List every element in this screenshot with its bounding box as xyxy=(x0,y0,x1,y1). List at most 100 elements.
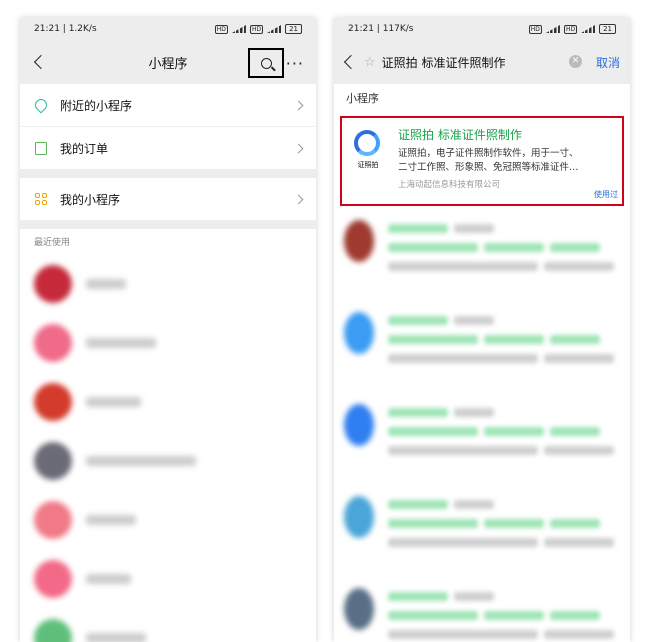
blurred-name xyxy=(86,396,141,407)
location-icon xyxy=(32,96,50,114)
search-button[interactable] xyxy=(248,48,284,78)
recent-item[interactable] xyxy=(20,490,316,549)
blurred-text xyxy=(454,500,494,509)
blurred-name xyxy=(86,455,196,466)
blurred-text xyxy=(550,611,600,620)
title-bar: 小程序 ··· xyxy=(20,40,316,84)
blurred-text xyxy=(388,243,478,252)
blurred-text xyxy=(484,519,544,528)
signal-icon xyxy=(581,25,596,33)
search-input[interactable]: 证照拍 标准证件照制作 xyxy=(382,54,506,71)
result-item[interactable] xyxy=(344,582,614,642)
status-bar: 21:21 | 1.2K/s HD HD 21 xyxy=(20,18,316,40)
avatar xyxy=(344,220,374,262)
avatar xyxy=(34,500,72,539)
avatar xyxy=(34,618,72,642)
avatar xyxy=(344,496,374,538)
recent-item[interactable] xyxy=(20,549,316,608)
recent-item[interactable] xyxy=(20,431,316,490)
star-icon[interactable]: ☆ xyxy=(364,55,376,70)
result-desc-line: 二寸工作照、形象照、免冠照等标准证件… xyxy=(398,162,579,173)
status-time: 21:21 | 117K/s xyxy=(348,24,414,34)
recent-list xyxy=(20,254,316,642)
blurred-text xyxy=(484,335,544,344)
blurred-text xyxy=(388,427,478,436)
search-icon xyxy=(260,57,272,69)
avatar xyxy=(34,559,72,598)
menu-item-orders[interactable]: 我的订单 xyxy=(20,127,316,170)
blurred-text xyxy=(388,408,448,417)
menu-section: 附近的小程序 我的订单 xyxy=(20,84,316,170)
signal-icon xyxy=(267,25,282,33)
menu-item-nearby[interactable]: 附近的小程序 xyxy=(20,84,316,127)
blurred-text xyxy=(550,243,600,252)
recent-item[interactable] xyxy=(20,372,316,431)
avatar xyxy=(344,312,374,354)
result-item[interactable] xyxy=(344,214,614,294)
status-bar: 21:21 | 117K/s HD HD 21 xyxy=(334,18,630,40)
back-arrow-icon[interactable] xyxy=(343,54,359,70)
blurred-text xyxy=(388,224,448,233)
blurred-text xyxy=(388,500,448,509)
blurred-text xyxy=(388,592,448,601)
results-list: 证照拍 证照拍 标准证件照制作 证照拍，电子证件照制作软件，用于一寸、 二寸工作… xyxy=(334,116,630,642)
recent-item[interactable] xyxy=(20,313,316,372)
hd-icon: HD xyxy=(563,24,578,34)
blurred-text xyxy=(544,630,614,639)
avatar xyxy=(344,588,374,630)
hd-icon: HD xyxy=(249,24,264,34)
chevron-right-icon xyxy=(293,194,304,204)
result-item-zhengzhaopai[interactable]: 证照拍 证照拍 标准证件照制作 证照拍，电子证件照制作软件，用于一寸、 二寸工作… xyxy=(342,118,622,204)
logo-ring-icon xyxy=(354,130,380,156)
menu-item-label: 我的订单 xyxy=(60,141,109,156)
mini-program-list-screen: 21:21 | 1.2K/s HD HD 21 小程序 ··· 附近的小程序 我… xyxy=(20,18,316,642)
blurred-name xyxy=(86,337,156,348)
logo-label: 证照拍 xyxy=(357,161,379,169)
avatar xyxy=(34,323,72,362)
chevron-right-icon xyxy=(293,143,304,153)
hd-icon: HD xyxy=(528,24,542,34)
search-bar: ☆ 证照拍 标准证件照制作 ✕ 取消 xyxy=(334,40,630,84)
blurred-name xyxy=(86,514,136,525)
blurred-text xyxy=(550,335,600,344)
clear-icon[interactable]: ✕ xyxy=(569,55,582,68)
order-icon xyxy=(35,141,47,155)
recent-section-label: 最近使用 xyxy=(20,229,316,254)
signal-icon xyxy=(545,25,560,33)
result-title: 证照拍 标准证件照制作 xyxy=(398,128,522,142)
cancel-button[interactable]: 取消 xyxy=(596,54,620,71)
blurred-text xyxy=(388,335,478,344)
result-company: 上海动起信息科技有限公司 xyxy=(398,180,501,190)
blurred-name xyxy=(86,573,131,584)
result-item[interactable] xyxy=(344,398,614,478)
blurred-text xyxy=(388,262,538,271)
recent-item[interactable] xyxy=(20,254,316,313)
status-time: 21:21 | 1.2K/s xyxy=(34,24,97,34)
back-arrow-icon[interactable] xyxy=(33,54,49,70)
recent-item[interactable] xyxy=(20,608,316,642)
signal-icon xyxy=(231,25,246,33)
blurred-text xyxy=(550,519,600,528)
chevron-right-icon xyxy=(293,100,304,110)
blurred-text xyxy=(484,427,544,436)
menu-item-my-mini-programs[interactable]: 我的小程序 xyxy=(20,178,316,221)
menu-item-label: 附近的小程序 xyxy=(60,98,133,113)
results-section-label: 小程序 xyxy=(334,84,630,116)
avatar xyxy=(34,264,72,303)
blurred-text xyxy=(388,354,538,363)
used-badge: 使用过 xyxy=(594,190,618,199)
avatar xyxy=(34,382,72,421)
blurred-text xyxy=(454,592,494,601)
more-icon[interactable]: ··· xyxy=(286,54,304,73)
result-item[interactable] xyxy=(344,490,614,570)
avatar xyxy=(344,404,374,446)
blurred-text xyxy=(544,538,614,547)
result-item[interactable] xyxy=(344,306,614,386)
blurred-text xyxy=(388,519,478,528)
blurred-text xyxy=(454,408,494,417)
blurred-text xyxy=(388,611,478,620)
blurred-text xyxy=(454,316,494,325)
result-desc-line: 证照拍，电子证件照制作软件，用于一寸、 xyxy=(398,148,579,159)
blurred-text xyxy=(544,446,614,455)
blurred-text xyxy=(544,354,614,363)
